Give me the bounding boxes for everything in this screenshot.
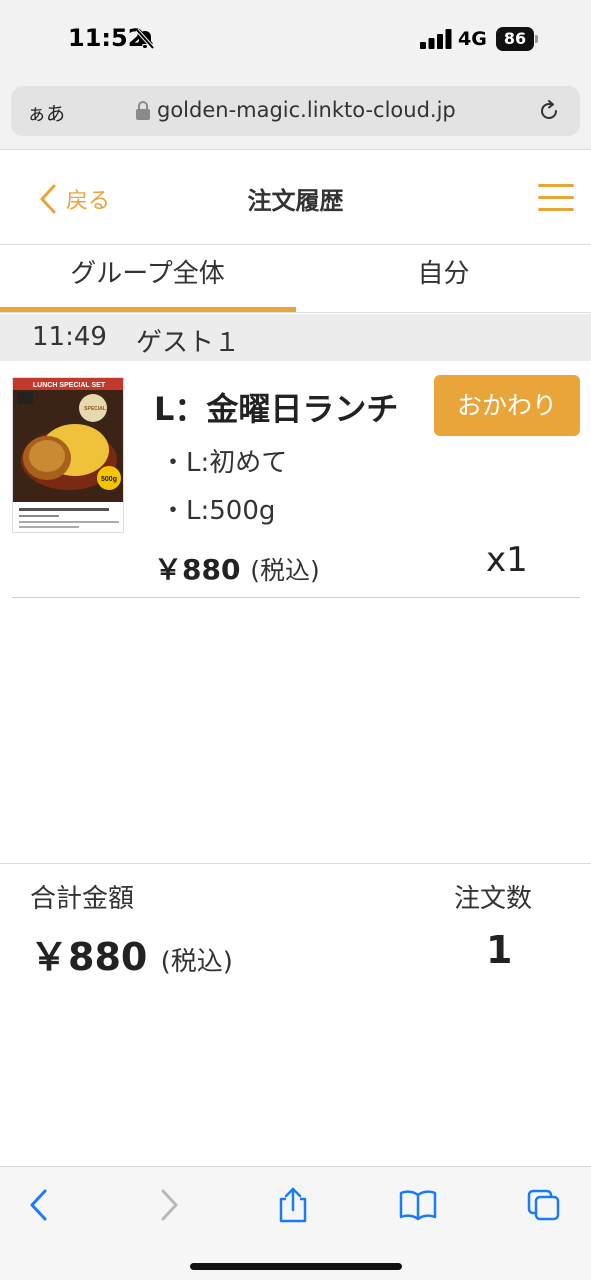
tab-bar: グループ全体 自分 [0,245,591,313]
share-icon[interactable] [273,1187,313,1223]
status-bar: 11:52 4G 86 [0,0,591,80]
tabs-icon[interactable] [524,1187,564,1223]
guest-section-header: 11:49 ゲスト１ [0,314,591,361]
order-count-value: 1 [486,928,513,972]
browser-toolbar [0,1166,591,1280]
divider [12,597,580,598]
network-label: 4G [458,28,487,50]
refill-button[interactable]: おかわり [434,375,580,436]
browser-address-area: ぁあ golden-magic.linkto-cloud.jp [0,80,591,150]
item-quantity: x1 [486,540,528,580]
total-amount-value: ￥880 [30,935,148,979]
browser-forward-icon[interactable] [148,1187,188,1223]
item-option: ・L:500g [160,496,276,526]
total-label: 合計金額 [30,884,135,914]
order-item: LUNCH SPECIAL SET SPECIAL 500g L：金曜日ランチ … [0,362,591,598]
url-text[interactable]: golden-magic.linkto-cloud.jp [157,98,456,122]
battery-icon: 86 [496,27,538,51]
hamburger-menu-icon[interactable] [538,181,574,213]
thumbnail-stamp: SPECIAL [84,406,106,412]
text-size-button[interactable]: ぁあ [27,99,65,126]
order-time: 11:49 [32,322,107,352]
home-indicator [190,1263,402,1270]
battery-level: 86 [496,27,534,51]
bell-muted-icon [135,28,155,50]
item-price: ￥880 (税込) [154,548,320,588]
reload-icon[interactable] [537,99,561,123]
thumbnail-badge: 500g [101,476,117,483]
item-tax-note: (税込) [250,556,320,585]
bookmarks-icon[interactable] [398,1187,438,1223]
status-time: 11:52 [68,24,145,52]
tab-group-all[interactable]: グループ全体 [0,245,295,313]
thumbnail-banner: LUNCH SPECIAL SET [33,382,106,389]
item-option: ・L:初めて [160,448,288,478]
app-header: 戻る 注文履歴 [0,151,591,245]
page-title: 注文履歴 [247,187,344,215]
total-tax-note: (税込) [160,947,233,977]
tab-self[interactable]: 自分 [296,245,591,313]
total-amount: ￥880 (税込) [30,926,233,981]
browser-back-icon[interactable] [20,1187,60,1223]
item-price-value: ￥880 [154,553,241,586]
order-count-label: 注文数 [454,884,533,914]
order-summary: 合計金額 ￥880 (税込) 注文数 1 [0,863,591,1013]
address-bar[interactable]: ぁあ golden-magic.linkto-cloud.jp [11,86,580,136]
lock-icon [136,101,150,120]
signal-icon [420,29,452,49]
item-name: L：金曜日ランチ [154,390,399,428]
item-thumbnail: LUNCH SPECIAL SET SPECIAL 500g [12,377,124,533]
guest-name: ゲスト１ [136,328,241,358]
